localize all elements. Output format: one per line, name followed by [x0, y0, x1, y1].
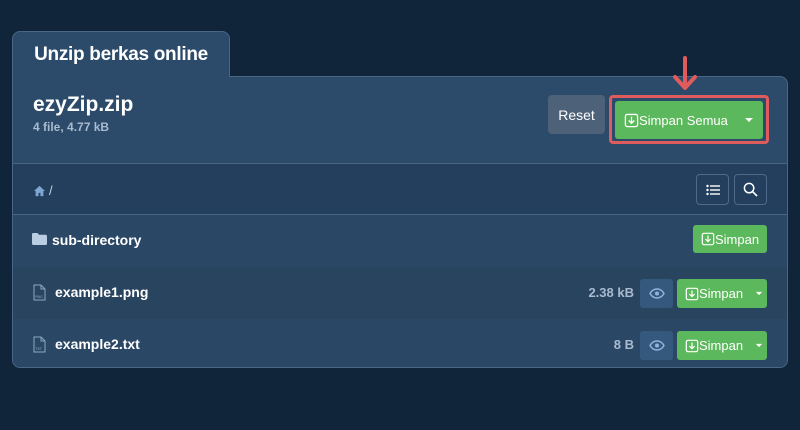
file-icon: PNG [33, 284, 46, 301]
save-label: Simpan [699, 338, 744, 353]
svg-text:TXT: TXT [34, 347, 43, 351]
page-title: Unzip berkas online [34, 43, 208, 65]
save-all-main[interactable]: Simpan Semua [615, 113, 735, 128]
list-item-folder[interactable]: sub-directory Simpan [13, 215, 787, 267]
folder-icon [32, 233, 47, 245]
list-item-file[interactable]: TXT example2.txt 8 B Simpan [13, 319, 787, 367]
save-file-main[interactable]: Simpan [677, 338, 751, 353]
archive-panel: ezyZip.zip 4 file, 4.77 kB Reset Simpan … [12, 76, 788, 368]
list-icon [705, 184, 720, 196]
preview-button[interactable] [640, 331, 673, 360]
home-icon[interactable] [33, 185, 46, 197]
download-icon [685, 287, 699, 301]
list-view-button[interactable] [696, 174, 729, 205]
page-title-tab: Unzip berkas online [12, 31, 230, 77]
file-size: 8 B [613, 337, 634, 352]
reset-button-label: Reset [558, 106, 595, 123]
file-size: 2.38 kB [588, 285, 634, 300]
list-item-file[interactable]: PNG example1.png 2.38 kB Simpan [13, 267, 787, 319]
download-icon [701, 232, 715, 246]
reset-button[interactable]: Reset [548, 95, 605, 134]
caret-down-icon [744, 117, 754, 123]
save-file-main[interactable]: Simpan [677, 286, 751, 301]
save-label: Simpan [715, 231, 760, 247]
search-icon [743, 182, 758, 197]
file-name[interactable]: example2.txt [55, 336, 140, 352]
save-all-button[interactable]: Simpan Semua [615, 101, 763, 139]
file-icon: TXT [33, 336, 46, 353]
arrow-down-icon [670, 56, 700, 92]
caret-down-icon [755, 291, 763, 296]
save-all-label: Simpan Semua [639, 112, 728, 128]
caret-down-icon [755, 343, 763, 348]
file-name[interactable]: example1.png [55, 284, 148, 300]
svg-text:PNG: PNG [35, 295, 43, 299]
save-label: Simpan [699, 286, 744, 301]
eye-icon [648, 340, 665, 351]
save-dropdown-toggle[interactable] [751, 279, 767, 308]
save-all-dropdown-toggle[interactable] [735, 101, 763, 139]
breadcrumb-path: / [49, 183, 53, 198]
archive-info: 4 file, 4.77 kB [33, 120, 110, 134]
save-file-button[interactable]: Simpan [677, 331, 767, 360]
file-name[interactable]: sub-directory [52, 232, 141, 248]
save-file-button[interactable]: Simpan [677, 279, 767, 308]
save-folder-button[interactable]: Simpan [693, 225, 767, 253]
archive-name: ezyZip.zip [33, 93, 134, 116]
preview-button[interactable] [640, 279, 673, 308]
path-toolbar: / [13, 163, 787, 215]
save-dropdown-toggle[interactable] [751, 331, 767, 360]
download-icon [624, 113, 639, 128]
download-icon [685, 339, 699, 353]
breadcrumb: / [33, 183, 53, 198]
eye-icon [648, 288, 665, 299]
search-button[interactable] [734, 174, 767, 205]
